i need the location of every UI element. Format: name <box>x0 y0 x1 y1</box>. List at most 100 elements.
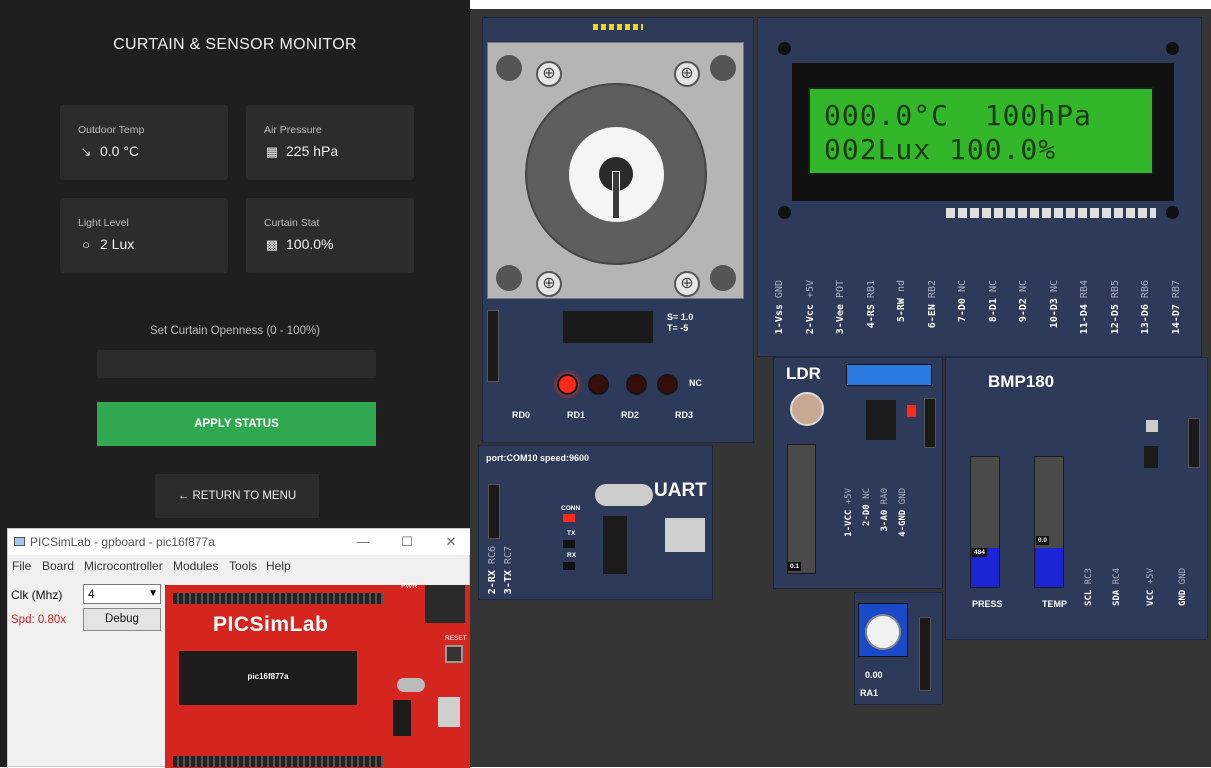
mount-hole <box>1166 206 1179 219</box>
window-title: PICSimLab - gpboard - pic16f877a <box>30 535 215 549</box>
rx-pin-label: 2-RX RC6 <box>487 546 498 594</box>
menu-help[interactable]: Help <box>266 559 291 573</box>
menu-modules[interactable]: Modules <box>173 559 218 573</box>
ldr-sensor-icon <box>790 392 824 426</box>
pin-name: 10-D3 <box>1048 298 1060 329</box>
menu-microcontroller[interactable]: Microcontroller <box>84 559 163 573</box>
ldr-level-bar[interactable] <box>787 444 816 574</box>
label-rd0: RD0 <box>512 410 531 420</box>
stepper-motor: ⊕ ⊕ ⊕ ⊕ <box>487 42 744 299</box>
usb-connector <box>665 518 705 552</box>
mount-hole <box>496 55 522 81</box>
clk-value: 4 <box>88 587 95 601</box>
lcd-pin-label: 2-Vcc +5V <box>805 280 816 334</box>
debug-button[interactable]: Debug <box>83 608 161 631</box>
pin-sub: NC <box>987 280 999 293</box>
menu-board[interactable]: Board <box>42 559 74 573</box>
close-icon[interactable]: ✕ <box>436 532 466 552</box>
ldr-value: 0.1 <box>788 562 802 571</box>
pin-name: 1-Vss <box>774 304 785 335</box>
led-rd1 <box>588 374 609 395</box>
pin-name: 7-D0 <box>957 298 968 323</box>
pin-sub: GND <box>774 280 785 299</box>
motor-pointer <box>612 171 620 219</box>
crystal <box>595 484 653 506</box>
pin-name: SDA <box>1112 589 1122 606</box>
pot-knob[interactable] <box>865 614 901 650</box>
pin-sub: GND <box>898 488 908 505</box>
reset-button[interactable] <box>445 645 463 663</box>
maximize-icon[interactable]: ☐ <box>392 532 422 552</box>
pin-sub: RC4 <box>1112 568 1122 585</box>
clk-select[interactable]: 4 ▼ <box>83 584 161 604</box>
bmp180-board: BMP180 484 0.0 PRESS TEMP SCL RC3 SDA RC… <box>945 357 1208 640</box>
minimize-icon[interactable]: — <box>348 532 378 552</box>
pin-sub: RB5 <box>1109 280 1121 299</box>
gauge-icon: ▦ <box>265 144 279 159</box>
menu-file[interactable]: File <box>12 559 31 573</box>
lcd-pin-label: 6-EN RB2 <box>927 280 938 328</box>
pwr-label: PWR <box>401 583 418 590</box>
pin-name: VCC <box>1146 589 1156 606</box>
bmp-pin-3: VCC +5V <box>1146 568 1156 606</box>
screw-icon: ⊕ <box>536 271 562 297</box>
ldr-led <box>907 405 916 417</box>
lcd-pin-label: 3-Vee POT <box>835 280 846 334</box>
label-rd2: RD2 <box>621 410 640 420</box>
rx-pin: 2-RX <box>487 570 498 595</box>
mount-hole <box>778 42 791 55</box>
pin-name: SCL <box>1084 589 1094 606</box>
thermometer-icon: ↘ <box>80 144 92 159</box>
card-value: 100.0% <box>286 236 334 252</box>
led-rd3 <box>657 374 678 395</box>
pin-name: 4-GND <box>898 509 908 537</box>
conn-led <box>563 514 575 522</box>
menu-bar: File Board Microcontroller Modules Tools… <box>8 555 471 577</box>
apply-status-button[interactable]: APPLY STATUS <box>97 402 376 446</box>
pin-name: GND <box>1178 589 1188 606</box>
mount-hole <box>778 206 791 219</box>
bmp-pin-1: SCL RC3 <box>1084 568 1094 606</box>
tx-pin-sub: RC7 <box>503 546 514 565</box>
curtain-icon: ▩ <box>265 237 279 252</box>
tx-pin: 3-TX <box>503 570 514 595</box>
temperature-value: 0.0 <box>1036 536 1050 545</box>
mount-hole <box>1166 42 1179 55</box>
ldr-pin-2: 2-D0 NC <box>862 488 872 526</box>
chevron-down-icon: ▼ <box>148 588 158 599</box>
lcd-screen: 000.0°C 100hPa 002Lux 100.0% <box>808 87 1154 175</box>
menu-tools[interactable]: Tools <box>229 559 257 573</box>
stepper-t-value: T= -5 <box>667 323 689 333</box>
card-outdoor-temp: Outdoor Temp ↘ 0.0 °C <box>60 105 228 180</box>
bmp-chip <box>1144 446 1158 468</box>
lcd-line-2: 002Lux 100.0% <box>824 133 1057 166</box>
pin-name: 6-EN <box>926 304 938 329</box>
tx-led <box>563 540 575 548</box>
curtain-openness-slider[interactable] <box>97 350 376 378</box>
card-air-pressure: Air Pressure ▦ 225 hPa <box>246 105 414 180</box>
pin-name: 11-D4 <box>1079 304 1090 335</box>
pin-header <box>173 756 383 767</box>
led-rd0 <box>557 374 578 395</box>
pot-body <box>858 603 908 657</box>
pin-header <box>173 593 383 604</box>
speed-readout: Spd: 0.80x <box>11 614 66 626</box>
card-light-level: Light Level ○ 2 Lux <box>60 198 228 273</box>
lcd-pin-label: 11-D4 RB4 <box>1079 280 1090 334</box>
sun-icon: ○ <box>82 237 90 252</box>
pin-sub: POT <box>835 280 846 299</box>
lcd-board: 000.0°C 100hPa 002Lux 100.0% 1-Vss GND 2-… <box>757 17 1202 357</box>
bmp-sensor <box>1146 420 1158 432</box>
pressure-bar[interactable] <box>970 456 1000 588</box>
potentiometer-board: 0.00 RA1 <box>854 592 943 705</box>
lcd-pin-label: 5-RW nd <box>896 280 907 322</box>
mount-hole <box>710 55 736 81</box>
usb-connector <box>438 697 460 727</box>
return-to-menu-button[interactable]: ← RETURN TO MENU <box>155 474 319 518</box>
pin-name: 12-D5 <box>1109 304 1121 335</box>
temp-label: TEMP <box>1042 599 1068 609</box>
crystal <box>397 678 425 692</box>
temperature-bar[interactable] <box>1034 456 1064 588</box>
pin-name: 14-D7 <box>1170 304 1182 335</box>
tx-label: TX <box>567 530 576 537</box>
